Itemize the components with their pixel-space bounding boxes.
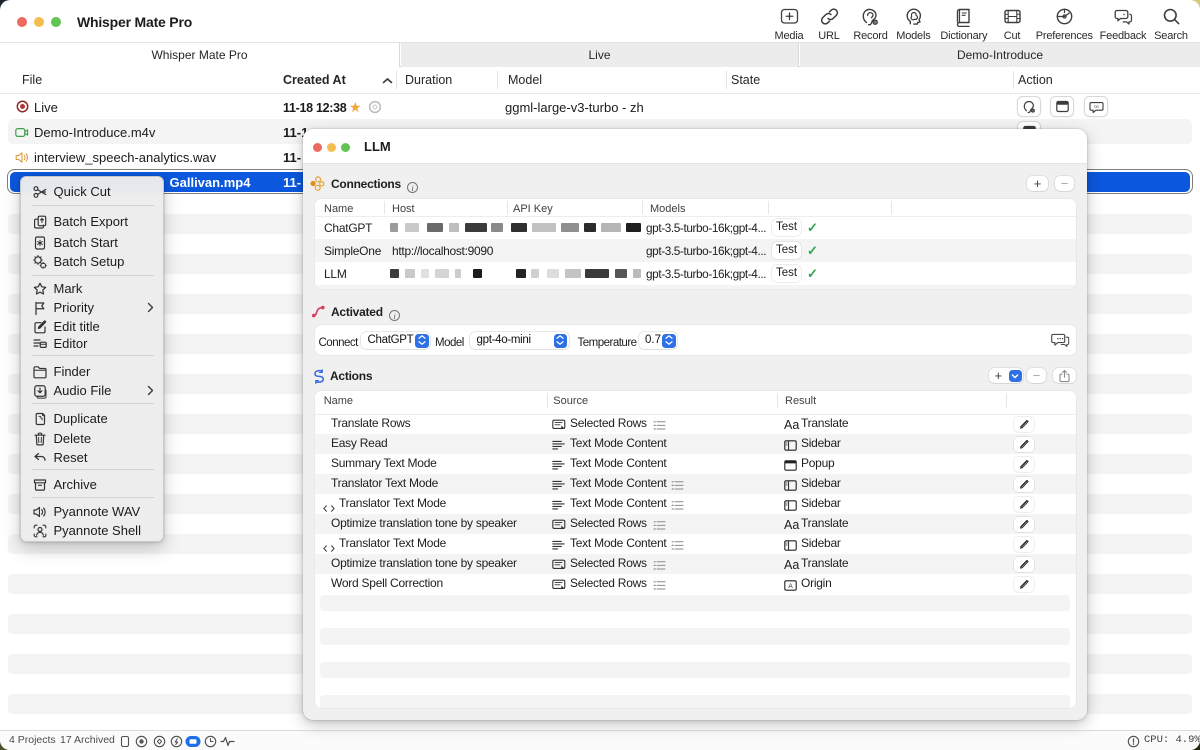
svg-text:A: A bbox=[788, 583, 793, 590]
svg-text:txt: txt bbox=[1094, 104, 1099, 109]
